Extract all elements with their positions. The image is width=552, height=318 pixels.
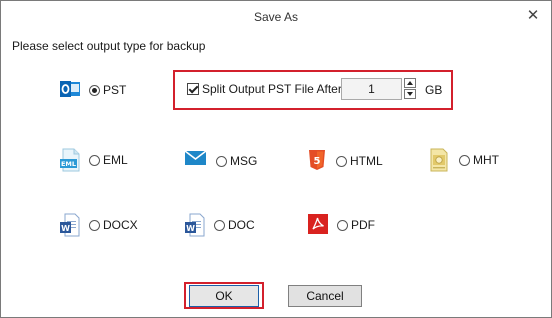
- option-html[interactable]: 5 HTML: [308, 149, 383, 173]
- mht-label: MHT: [473, 153, 499, 167]
- spinner-down-icon[interactable]: [404, 89, 416, 99]
- option-mht[interactable]: MHT: [429, 148, 499, 172]
- html5-icon: 5: [308, 149, 328, 173]
- pst-label: PST: [103, 83, 127, 97]
- pst-radio[interactable]: [89, 84, 100, 96]
- pdf-label: PDF: [351, 218, 375, 232]
- save-as-dialog: Save As ✕ Please select output type for …: [0, 0, 552, 318]
- envelope-icon: [184, 149, 208, 173]
- option-eml[interactable]: EML EML: [59, 148, 128, 172]
- spinner-up-icon[interactable]: [404, 78, 416, 88]
- html-radio[interactable]: [336, 155, 347, 167]
- eml-file-icon: EML: [59, 148, 81, 172]
- svg-text:EML: EML: [61, 160, 76, 168]
- doc-label: DOC: [228, 218, 255, 232]
- split-size-input[interactable]: 1: [341, 78, 402, 100]
- mht-radio[interactable]: [459, 154, 470, 166]
- word-docx-icon: W: [59, 213, 81, 237]
- docx-radio[interactable]: [89, 219, 100, 231]
- split-size-spinner[interactable]: [404, 78, 418, 100]
- split-label: Split Output PST File After:: [202, 82, 346, 96]
- close-icon[interactable]: ✕: [525, 8, 541, 24]
- doc-radio[interactable]: [214, 219, 225, 231]
- eml-radio[interactable]: [89, 154, 100, 166]
- split-checkbox[interactable]: [187, 83, 199, 95]
- option-msg[interactable]: MSG: [184, 149, 258, 173]
- svg-text:W: W: [186, 224, 195, 233]
- svg-text:W: W: [61, 224, 70, 233]
- option-pdf[interactable]: PDF: [307, 213, 375, 237]
- mht-file-icon: [429, 148, 451, 172]
- outlook-icon: [59, 78, 81, 102]
- msg-label: MSG: [230, 154, 258, 168]
- dialog-title: Save As: [253, 10, 299, 24]
- msg-radio[interactable]: [216, 155, 227, 167]
- pdf-radio[interactable]: [337, 219, 348, 231]
- eml-label: EML: [103, 153, 128, 167]
- ok-button[interactable]: OK: [189, 285, 259, 307]
- option-doc[interactable]: W DOC: [184, 213, 255, 237]
- word-doc-icon: W: [184, 213, 206, 237]
- html-label: HTML: [350, 154, 383, 168]
- cancel-button[interactable]: Cancel: [288, 285, 362, 307]
- pdf-icon: [307, 213, 329, 237]
- svg-text:5: 5: [314, 156, 321, 167]
- instruction-text: Please select output type for backup: [12, 39, 206, 53]
- split-unit: GB: [425, 83, 443, 97]
- option-pst[interactable]: PST: [59, 80, 126, 100]
- docx-label: DOCX: [103, 218, 138, 232]
- option-docx[interactable]: W DOCX: [59, 213, 138, 237]
- split-option[interactable]: Split Output PST File After:: [187, 82, 345, 96]
